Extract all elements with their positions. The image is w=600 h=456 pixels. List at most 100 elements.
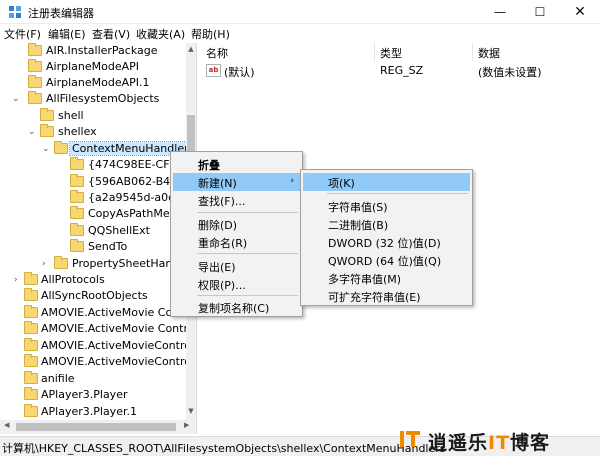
tree-item[interactable]: CopyAsPathMenu [0, 206, 186, 222]
tree-item[interactable]: AMOVIE.ActiveMovieControl.2 [0, 354, 186, 370]
string-value-icon: ab [206, 64, 221, 77]
status-path: 计算机\HKEY_CLASSES_ROOT\AllFilesystemObjec… [2, 442, 446, 455]
menu-item-delete[interactable]: 删除(D) [173, 215, 300, 233]
minimize-button[interactable]: — [480, 0, 520, 24]
menu-item-string-value[interactable]: 字符串值(S) [303, 197, 470, 215]
chevron-down-icon[interactable]: ⌄ [42, 143, 50, 155]
tree-item[interactable]: anifile [0, 371, 186, 387]
menu-item-label: 查找(F)... [198, 195, 246, 208]
column-header-data[interactable]: 数据 [478, 45, 500, 61]
tree-item[interactable]: shell [0, 108, 186, 124]
chevron-down-icon[interactable]: ⌄ [12, 93, 20, 105]
menu-item-binary-value[interactable]: 二进制值(B) [303, 215, 470, 233]
tree-item-label: AirplaneModeAPI.1 [46, 76, 150, 89]
menu-item-label: 删除(D) [198, 219, 238, 232]
menu-item-find[interactable]: 查找(F)... [173, 191, 300, 209]
column-header-type[interactable]: 类型 [380, 45, 402, 61]
folder-icon [54, 141, 68, 154]
chevron-down-icon[interactable]: ⌄ [28, 126, 36, 138]
folder-icon [28, 59, 42, 72]
menu-item-dword-value[interactable]: DWORD (32 位)值(D) [303, 233, 470, 251]
chevron-right-icon[interactable]: › [14, 274, 22, 286]
folder-icon [24, 338, 38, 351]
menu-separator [327, 193, 468, 194]
chevron-right-icon: › [290, 176, 294, 186]
tree-item[interactable]: › PropertySheetHandl [0, 256, 186, 272]
menu-item-label: 导出(E) [198, 261, 236, 274]
tree-item[interactable]: AirplaneModeAPI [0, 59, 186, 75]
chevron-right-icon[interactable]: › [42, 258, 50, 270]
scroll-right-icon[interactable]: ▶ [184, 421, 189, 429]
menu-item-label: QWORD (64 位)值(Q) [328, 255, 442, 268]
tree-item-label: shellex [58, 125, 97, 138]
menu-file[interactable]: 文件(F) [4, 26, 41, 42]
menu-item-qword-value[interactable]: QWORD (64 位)值(Q) [303, 251, 470, 269]
menu-item-expandable-string-value[interactable]: 可扩充字符串值(E) [303, 287, 470, 305]
tree-item[interactable]: ⌄ shellex [0, 124, 186, 140]
maximize-button[interactable]: ☐ [520, 0, 560, 24]
folder-icon [70, 190, 84, 203]
tree-item[interactable]: {596AB062-B4D2- [0, 174, 186, 190]
tree-item-label: anifile [41, 372, 75, 385]
menu-item-label: 折叠 [198, 159, 220, 172]
scroll-up-icon[interactable]: ▲ [186, 45, 196, 53]
tree-item[interactable]: AllSyncRootObjects [0, 288, 186, 304]
tree-horizontal-scrollbar[interactable]: ◀ ▶ [0, 420, 196, 434]
window-title: 注册表编辑器 [28, 7, 94, 20]
new-submenu: 项(K) 字符串值(S) 二进制值(B) DWORD (32 位)值(D) QW… [300, 169, 473, 306]
menu-item-multi-string-value[interactable]: 多字符串值(M) [303, 269, 470, 287]
column-divider[interactable] [472, 43, 473, 61]
folder-icon [28, 75, 42, 88]
value-name: (默认) [224, 66, 255, 79]
tree-item[interactable]: AMOVIE.ActiveMovieControl [0, 338, 186, 354]
tree-item[interactable]: QQShellExt [0, 223, 186, 239]
tree-item-label: AIR.InstallerPackage [46, 44, 158, 57]
close-button[interactable]: ✕ [560, 0, 600, 24]
folder-icon [24, 305, 38, 318]
value-row[interactable]: ab (默认) REG_SZ (数值未设置) [200, 62, 600, 80]
tree-item[interactable]: ⌄ AllFilesystemObjects [0, 91, 186, 107]
menu-item-collapse[interactable]: 折叠 [173, 155, 300, 173]
tree-item[interactable]: SendTo [0, 239, 186, 255]
tree-item[interactable]: › AllProtocols [0, 272, 186, 288]
column-header-name[interactable]: 名称 [206, 45, 228, 61]
tree-item-label: AirplaneModeAPI [46, 60, 139, 73]
tree-item[interactable]: APlayer3.Player [0, 387, 186, 403]
menu-edit[interactable]: 编辑(E) [48, 26, 86, 42]
menu-view[interactable]: 查看(V) [92, 26, 130, 42]
menu-item-new-key[interactable]: 项(K) [303, 173, 470, 191]
tree-item[interactable]: APlayer3.Player.1 [0, 404, 186, 420]
scroll-down-icon[interactable]: ▼ [186, 407, 196, 415]
folder-icon [70, 239, 84, 252]
folder-icon [70, 206, 84, 219]
menu-item-label: 多字符串值(M) [328, 273, 402, 286]
registry-tree[interactable]: AIR.InstallerPackage AirplaneModeAPI Air… [0, 43, 186, 420]
tree-item[interactable]: {474C98EE-CF3D- [0, 157, 186, 173]
tree-item-selected[interactable]: ⌄ ContextMenuHandlers [0, 141, 186, 157]
tree-item-label: APlayer3.Player [41, 388, 128, 401]
menu-item-export[interactable]: 导出(E) [173, 257, 300, 275]
tree-item[interactable]: AMOVIE.ActiveMovie Control. [0, 321, 186, 337]
value-data: (数值未设置) [478, 66, 542, 79]
menu-item-copy-key-name[interactable]: 复制项名称(C) [173, 298, 300, 316]
menu-item-permissions[interactable]: 权限(P)... [173, 275, 300, 293]
tree-item[interactable]: AirplaneModeAPI.1 [0, 75, 186, 91]
folder-icon [54, 256, 68, 269]
scrollbar-thumb[interactable] [16, 423, 176, 431]
folder-icon [24, 387, 38, 400]
menu-item-rename[interactable]: 重命名(R) [173, 233, 300, 251]
menu-item-new[interactable]: 新建(N) › [173, 173, 300, 191]
tree-item[interactable]: AIR.InstallerPackage [0, 43, 186, 59]
tree-item-label: QQShellExt [88, 224, 150, 237]
menu-separator [197, 212, 298, 213]
tree-item[interactable]: {a2a9545d-a0c2- [0, 190, 186, 206]
folder-icon [70, 223, 84, 236]
scroll-left-icon[interactable]: ◀ [4, 421, 9, 429]
tree-item-label: AllProtocols [41, 273, 105, 286]
column-divider[interactable] [374, 43, 375, 61]
menu-help[interactable]: 帮助(H) [191, 26, 230, 42]
menu-favorites[interactable]: 收藏夹(A) [136, 26, 185, 42]
menu-item-label: 复制项名称(C) [198, 302, 270, 315]
tree-item[interactable]: AMOVIE.ActiveMovie Contr [0, 305, 186, 321]
folder-icon [28, 91, 42, 104]
